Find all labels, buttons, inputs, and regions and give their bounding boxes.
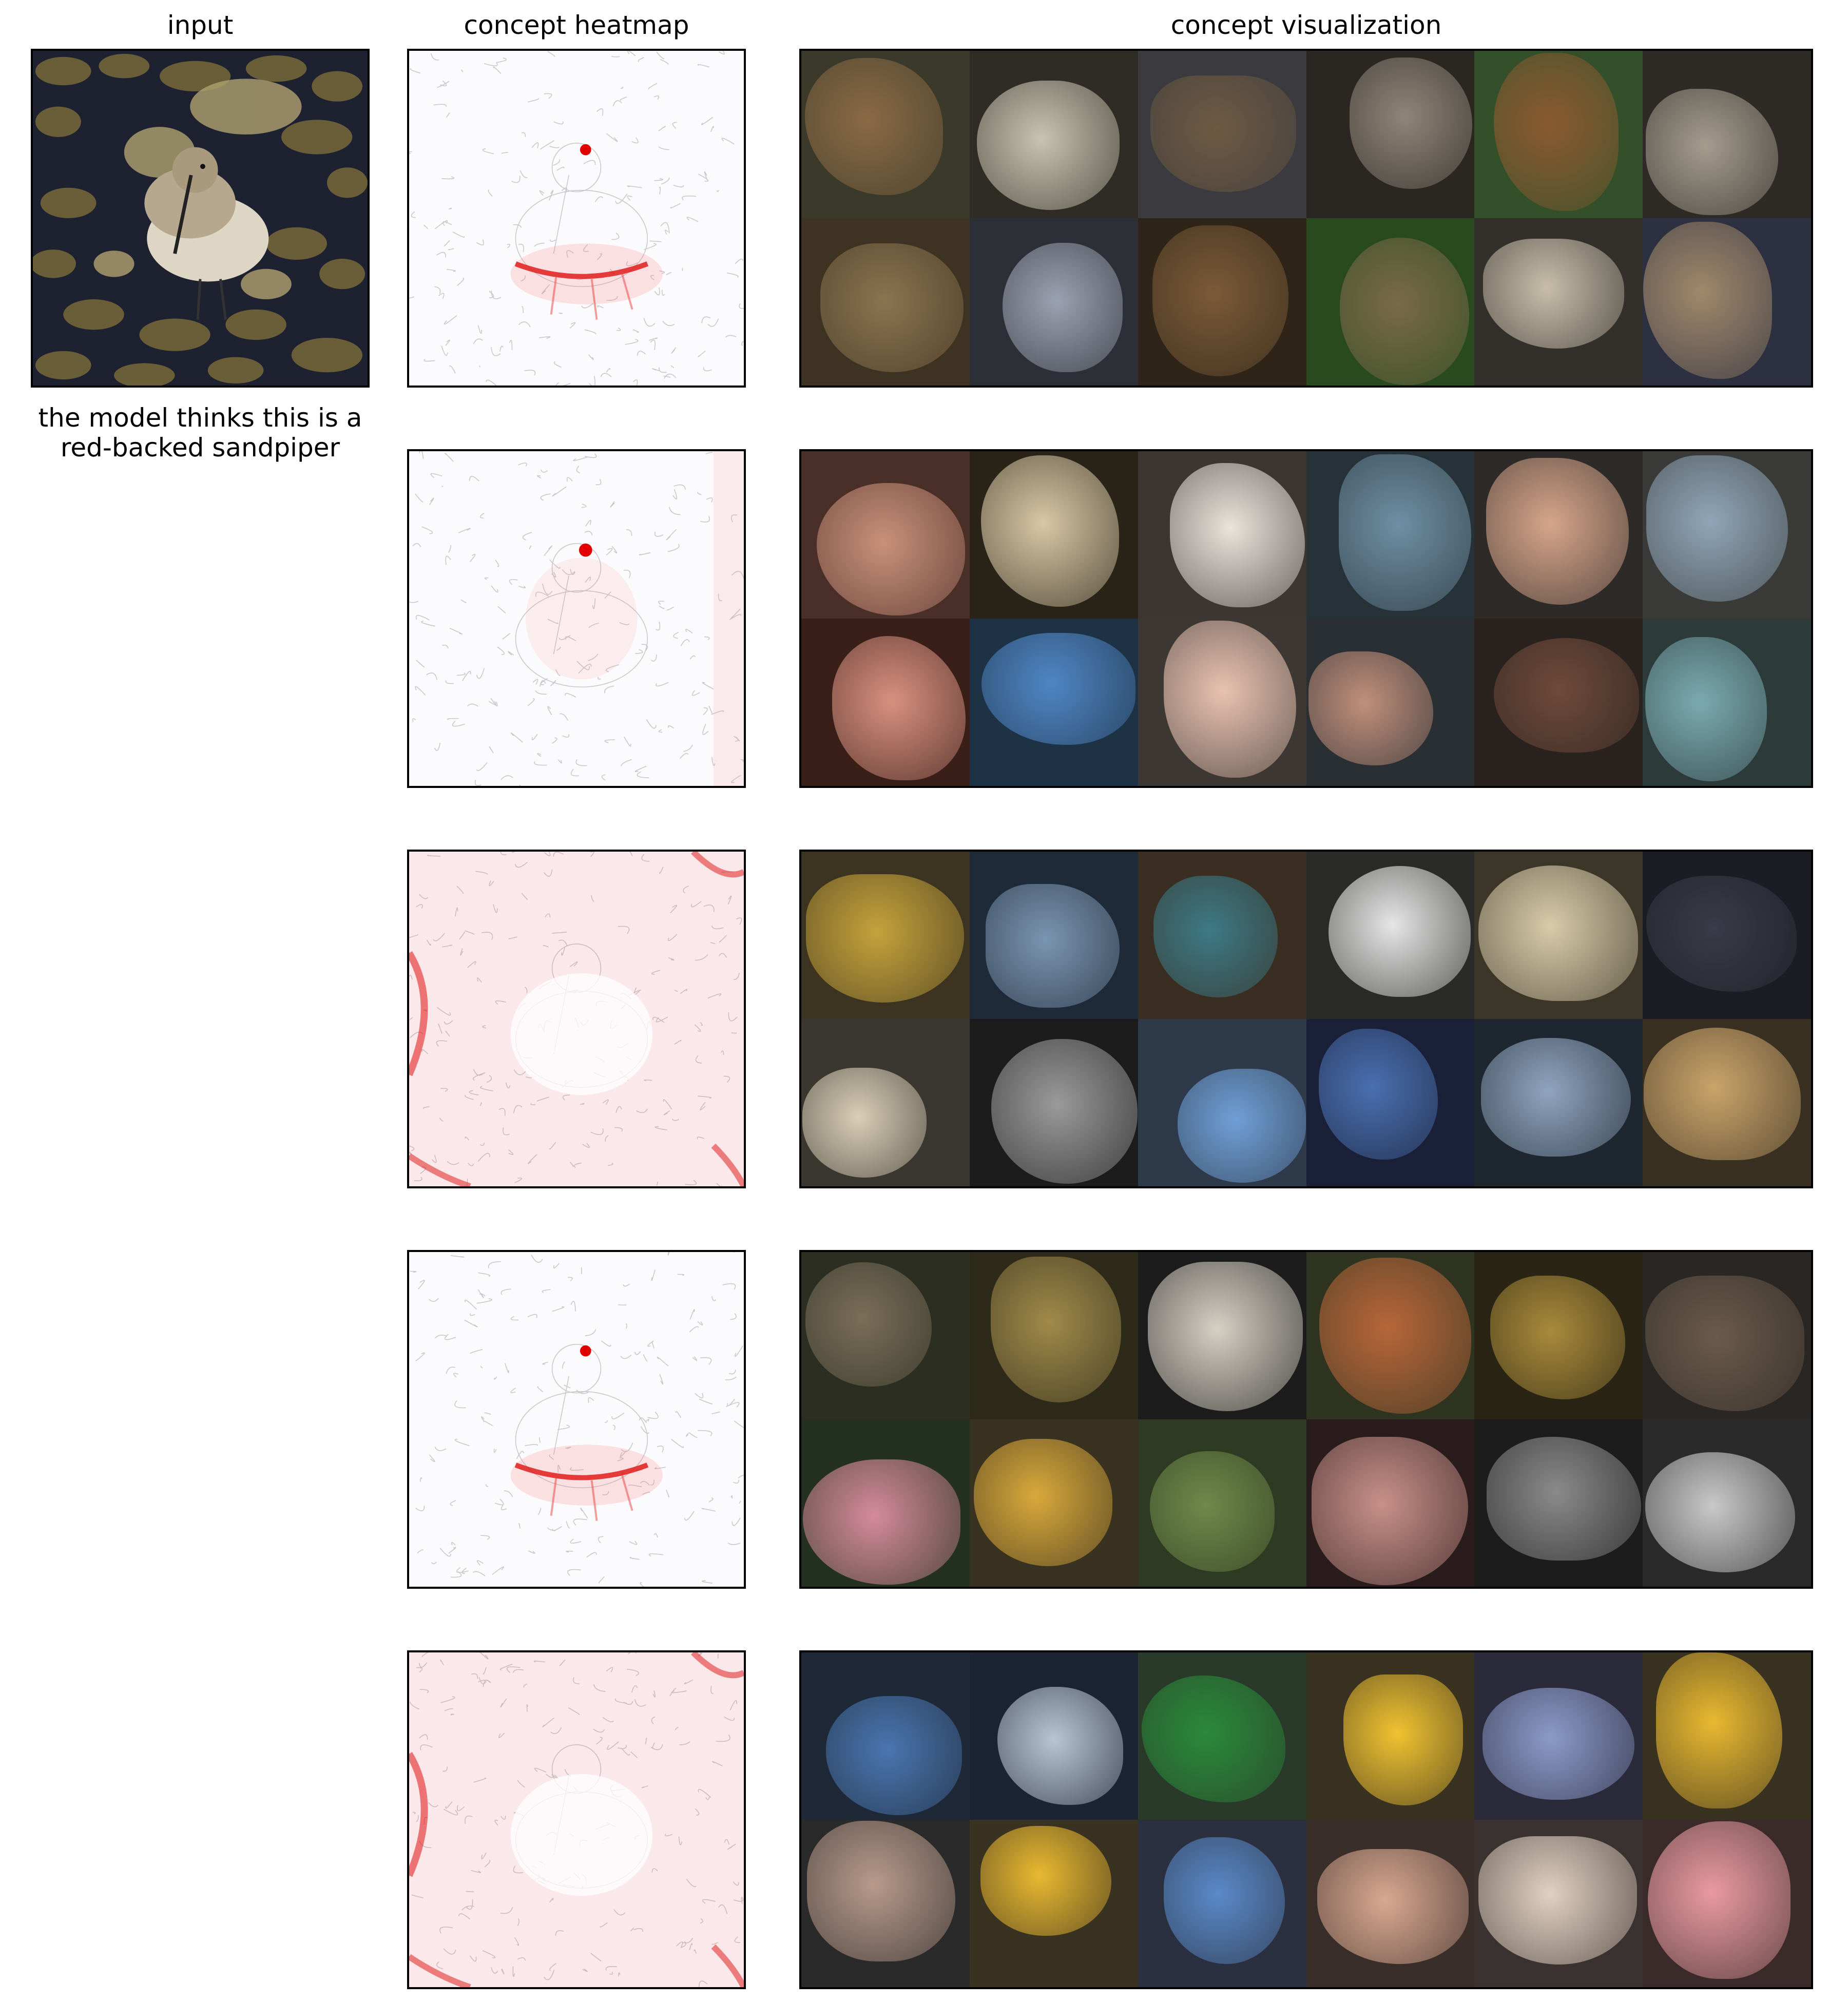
concept-example-tile — [1306, 1419, 1475, 1587]
concept-heatmap — [407, 850, 746, 1188]
concept-example-tile — [1643, 51, 1811, 218]
concept-example-tile — [801, 451, 970, 619]
concept-visualization-grid — [799, 449, 1813, 788]
concept-example-tile — [1643, 1419, 1811, 1587]
concept-example-tile — [1474, 1820, 1643, 1987]
concept-example-tile — [801, 619, 970, 786]
concept-example-tile — [1643, 619, 1811, 786]
prediction-caption: the model thinks this is a red-backed sa… — [38, 403, 362, 463]
column-title-visualization: concept visualization — [1170, 10, 1442, 40]
heatmap-image — [409, 1652, 744, 1987]
concept-example-tile — [1306, 619, 1475, 786]
concept-example-tile — [1474, 51, 1643, 218]
concept-example-tile — [801, 1652, 970, 1820]
concept-example-tile — [801, 852, 970, 1019]
concept-heatmap — [407, 1250, 746, 1589]
concept-example-tile — [1306, 1019, 1475, 1186]
concept-visualization-grid — [799, 49, 1813, 388]
concept-example-tile — [1306, 218, 1475, 386]
concept-example-tile — [1474, 451, 1643, 619]
concept-example-tile — [1138, 619, 1306, 786]
concept-visualization-grid — [799, 1250, 1813, 1589]
concept-example-tile — [969, 1252, 1138, 1419]
concept-example-tile — [969, 1652, 1138, 1820]
column-title-heatmap: concept heatmap — [464, 10, 689, 40]
concept-example-tile — [801, 1820, 970, 1987]
concept-example-tile — [801, 51, 970, 218]
concept-example-tile — [1306, 1820, 1475, 1987]
heatmap-image — [409, 1252, 744, 1587]
concept-example-tile — [1474, 1019, 1643, 1186]
concept-example-tile — [1138, 451, 1306, 619]
concept-example-tile — [1643, 1252, 1811, 1419]
concept-heatmap — [407, 49, 746, 388]
concept-example-tile — [1138, 1019, 1306, 1186]
concept-example-tile — [1474, 1652, 1643, 1820]
concept-example-tile — [1643, 1652, 1811, 1820]
concept-example-tile — [1138, 852, 1306, 1019]
concept-example-tile — [1474, 619, 1643, 786]
concept-example-tile — [969, 451, 1138, 619]
concept-example-tile — [801, 218, 970, 386]
concept-heatmap — [407, 449, 746, 788]
concept-example-tile — [1474, 1252, 1643, 1419]
concept-example-tile — [1138, 1419, 1306, 1587]
concept-example-tile — [969, 218, 1138, 386]
concept-example-tile — [969, 1019, 1138, 1186]
concept-example-tile — [1306, 451, 1475, 619]
concept-example-tile — [1643, 1019, 1811, 1186]
concept-example-tile — [1138, 1252, 1306, 1419]
concept-example-tile — [969, 51, 1138, 218]
concept-example-tile — [801, 1252, 970, 1419]
concept-example-tile — [1138, 218, 1306, 386]
concept-example-tile — [969, 852, 1138, 1019]
concept-example-tile — [1643, 1820, 1811, 1987]
heatmap-image — [409, 852, 744, 1186]
sandpiper-photo — [33, 51, 368, 386]
concept-example-tile — [1306, 51, 1475, 218]
concept-example-tile — [969, 1820, 1138, 1987]
concept-example-tile — [1306, 1252, 1475, 1419]
concept-example-tile — [1138, 1820, 1306, 1987]
concept-example-tile — [1306, 852, 1475, 1019]
concept-example-tile — [1474, 1419, 1643, 1587]
concept-example-tile — [1643, 451, 1811, 619]
concept-example-tile — [969, 1419, 1138, 1587]
concept-example-tile — [1474, 218, 1643, 386]
concept-example-tile — [1138, 51, 1306, 218]
concept-example-tile — [801, 1019, 970, 1186]
concept-example-tile — [1643, 218, 1811, 386]
concept-visualization-grid — [799, 850, 1813, 1188]
concept-visualization-grid — [799, 1650, 1813, 1989]
concept-example-tile — [1474, 852, 1643, 1019]
heatmap-image — [409, 451, 744, 786]
concept-example-tile — [1306, 1652, 1475, 1820]
concept-heatmap — [407, 1650, 746, 1989]
concept-example-tile — [969, 619, 1138, 786]
input-image — [31, 49, 370, 388]
concept-example-tile — [1138, 1652, 1306, 1820]
concept-example-tile — [801, 1419, 970, 1587]
concept-example-tile — [1643, 852, 1811, 1019]
column-title-input: input — [167, 10, 234, 40]
heatmap-image — [409, 51, 744, 386]
